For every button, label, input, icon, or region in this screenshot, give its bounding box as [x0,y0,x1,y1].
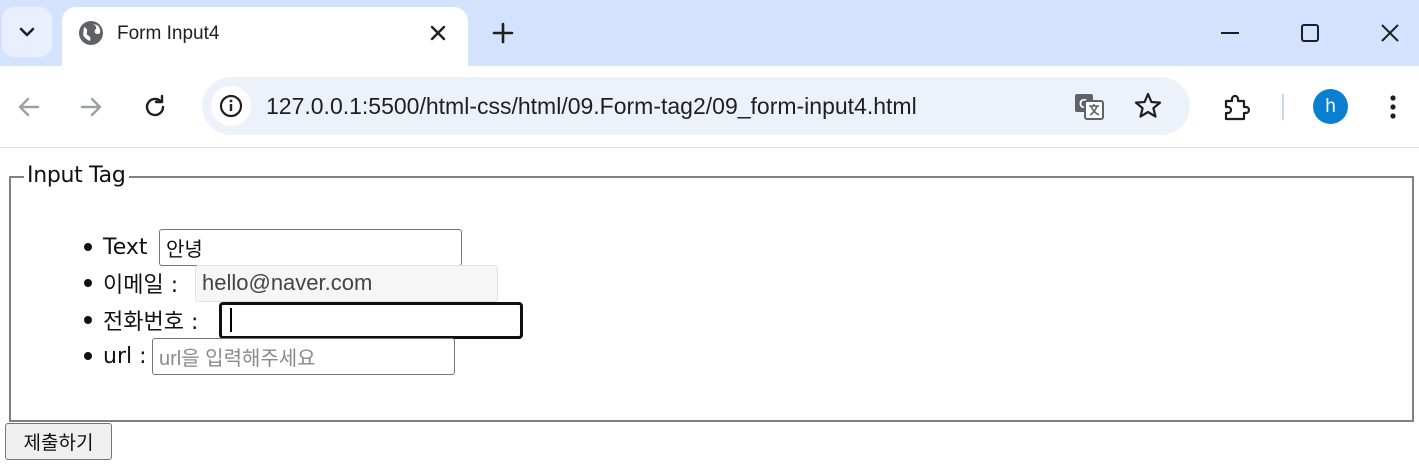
window-close-icon[interactable] [1373,16,1407,50]
site-info-button[interactable] [211,86,251,126]
profile-avatar[interactable]: h [1313,89,1348,124]
toolbar-divider [1282,94,1284,120]
star-icon[interactable] [1131,89,1165,123]
active-tab[interactable]: Form Input4 [62,7,468,66]
list-bullet [84,243,92,251]
globe-icon [79,21,103,45]
address-bar[interactable]: 127.0.0.1:5500/html-css/html/09.Form-tag… [202,77,1190,135]
reload-icon[interactable] [138,90,172,124]
submit-button[interactable]: 제출하기 [5,423,112,460]
text-label: Text [103,234,148,260]
fieldset-legend: Input Tag [24,163,129,188]
profile-initial: h [1325,95,1336,117]
phone-input[interactable] [219,301,523,339]
url-text[interactable]: 127.0.0.1:5500/html-css/html/09.Form-tag… [266,93,917,120]
text-input[interactable]: 안녕 [159,228,462,266]
phone-label: 전화번호 : [103,310,199,335]
maximize-icon[interactable] [1293,16,1327,50]
translate-icon[interactable]: G [1072,89,1106,123]
kebab-icon[interactable] [1376,90,1410,124]
tab-strip: Form Input4 [0,0,1419,66]
url-input-placeholder: url을 입력해주세요 [159,347,316,370]
puzzle-icon[interactable] [1219,90,1253,124]
arrow-right-icon[interactable] [74,90,108,124]
tab-search-button[interactable] [2,7,52,57]
url-input[interactable]: url을 입력해주세요 [152,337,455,375]
email-field-value: hello@naver.com [202,270,373,295]
email-label: 이메일 : [103,273,179,298]
list-bullet [84,352,92,360]
text-caret [230,308,232,332]
text-input-value: 안녕 [166,236,203,261]
email-field[interactable]: hello@naver.com [195,264,498,302]
list-bullet [84,316,92,324]
chevron-down-icon [19,27,35,37]
browser-toolbar: 127.0.0.1:5500/html-css/html/09.Form-tag… [0,66,1419,148]
plus-icon[interactable] [486,16,520,50]
close-icon[interactable] [426,21,450,45]
list-bullet [84,279,92,287]
arrow-left-icon[interactable] [12,90,46,124]
minimize-icon[interactable] [1213,16,1247,50]
tab-title: Form Input4 [117,23,220,44]
info-icon [219,94,243,118]
url-label: url : [103,343,147,369]
